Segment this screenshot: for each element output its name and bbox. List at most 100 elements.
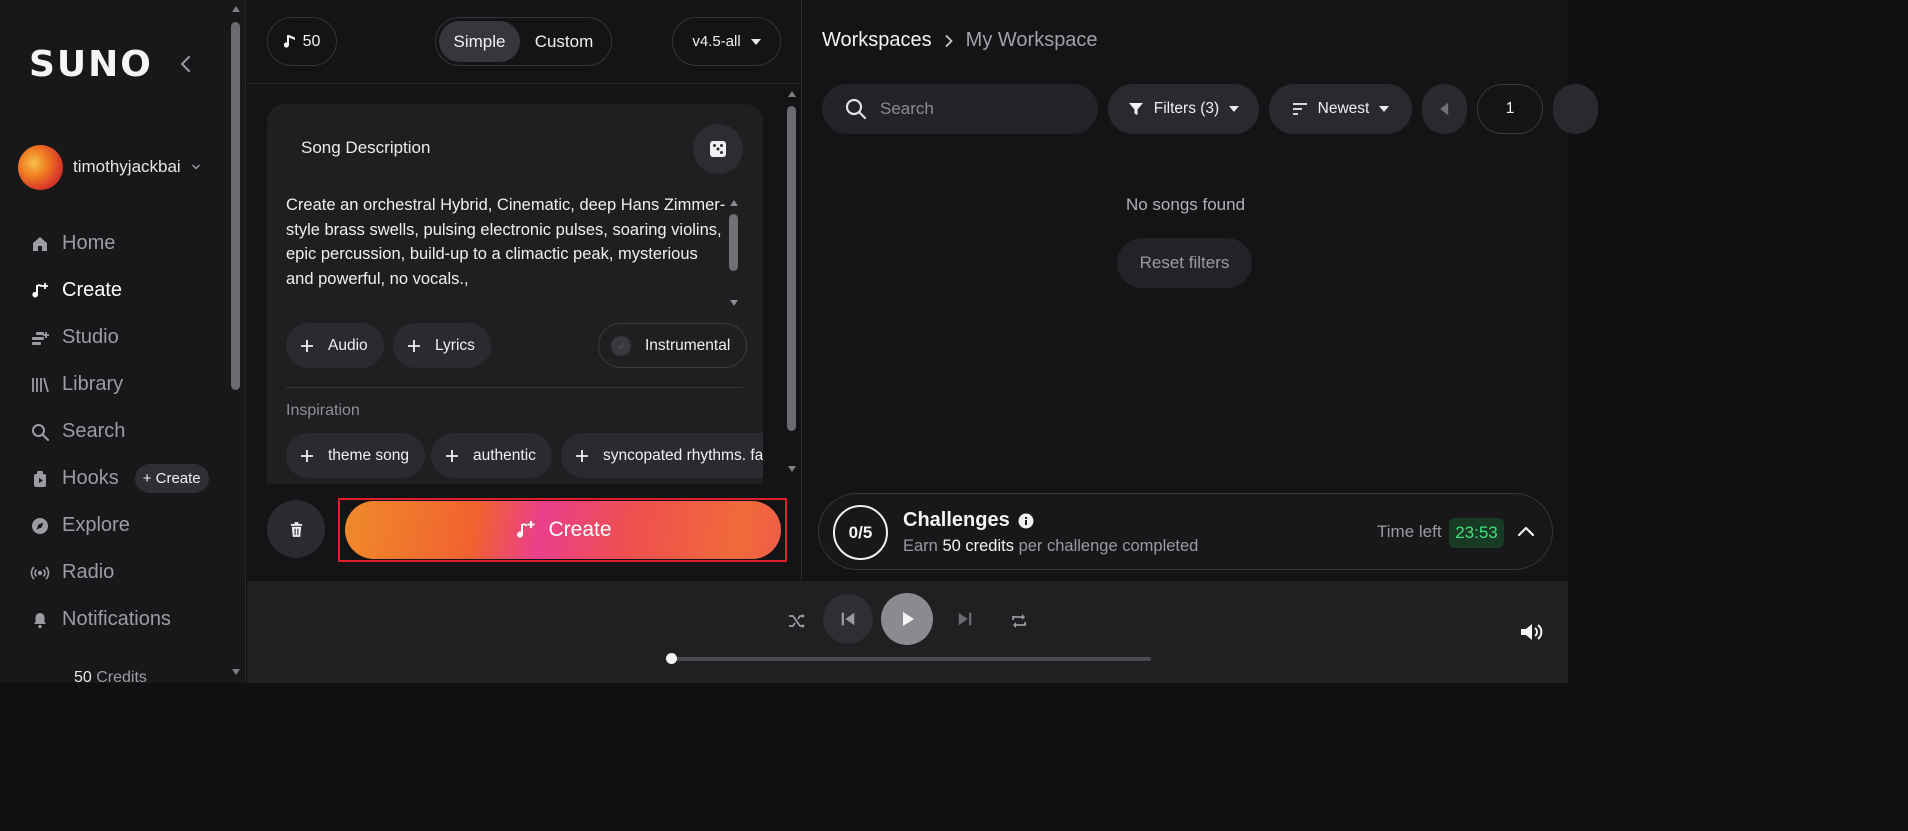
caret-left-icon	[1439, 102, 1448, 116]
info-icon[interactable]	[1018, 513, 1034, 529]
sort-button[interactable]: Newest	[1269, 84, 1412, 134]
mode-toggle: Simple Custom	[435, 17, 612, 66]
playback-scrubber[interactable]	[666, 653, 677, 664]
description-scroll-down[interactable]	[730, 300, 738, 306]
collapse-sidebar-icon[interactable]	[176, 54, 196, 74]
challenges-subtitle: Earn 50 credits per challenge completed	[903, 537, 1198, 556]
add-audio-button[interactable]: Audio	[286, 323, 384, 368]
caret-down-icon	[1229, 106, 1240, 112]
inspiration-tag[interactable]: theme song	[286, 433, 425, 478]
panel-scroll-down[interactable]	[788, 466, 796, 472]
mode-custom-tab[interactable]: Custom	[520, 21, 608, 62]
sort-icon	[1292, 103, 1307, 115]
model-version-select[interactable]: v4.5-all	[672, 17, 781, 66]
song-description-title: Song Description	[301, 138, 431, 157]
description-scroll-up[interactable]	[730, 200, 738, 206]
instrumental-toggle[interactable]: Instrumental	[598, 323, 748, 368]
shuffle-icon	[789, 614, 805, 628]
repeat-button[interactable]	[1004, 606, 1034, 636]
sidebar-item-label: Explore	[62, 514, 130, 536]
sidebar-scrollbar[interactable]	[231, 22, 240, 390]
music-note-plus-icon	[517, 521, 535, 538]
avatar	[18, 144, 63, 190]
credits-balance: 50 Credits	[74, 669, 147, 683]
sidebar: SUNO timothyjackbai Home Create Studio L…	[0, 0, 246, 683]
sidebar-nav: Home Create Studio Library Search Hooks …	[30, 220, 209, 643]
song-description-input[interactable]: Create an orchestral Hybrid, Cinematic, …	[286, 193, 728, 291]
trash-icon	[290, 521, 302, 537]
sidebar-item-hooks[interactable]: Hooks + Create	[30, 455, 209, 502]
sidebar-item-label: Create	[62, 279, 123, 301]
add-lyrics-button[interactable]: Lyrics	[393, 323, 491, 368]
suno-logo[interactable]: SUNO	[29, 44, 153, 85]
inspiration-tag-label: syncopated rhythms. fals	[603, 446, 763, 464]
shuffle-button[interactable]	[782, 606, 812, 636]
music-note-icon	[283, 34, 295, 48]
page-number-input[interactable]: 1	[1477, 84, 1543, 134]
volume-icon[interactable]	[1519, 621, 1543, 643]
empty-state-message: No songs found	[1125, 195, 1246, 214]
challenges-card: 0/5 Challenges Earn 50 credits per chall…	[818, 493, 1553, 570]
home-icon	[30, 234, 50, 254]
next-page-button[interactable]	[1553, 84, 1598, 134]
sidebar-item-label: Hooks	[62, 467, 119, 489]
sidebar-item-library[interactable]: Library	[30, 361, 209, 408]
inspiration-tag-label: authentic	[473, 446, 536, 464]
breadcrumb-workspaces[interactable]: Workspaces	[822, 29, 932, 52]
caret-down-icon	[1379, 106, 1390, 112]
previous-page-button[interactable]	[1422, 84, 1467, 134]
sidebar-item-label: Library	[62, 373, 124, 395]
description-scrollbar[interactable]	[729, 214, 738, 271]
divider	[286, 387, 743, 388]
chevron-up-icon[interactable]	[1516, 522, 1536, 542]
plus-icon	[301, 339, 313, 352]
chevron-right-icon	[942, 34, 956, 48]
sidebar-item-label: Search	[62, 420, 126, 442]
challenges-title-label: Challenges	[903, 509, 1010, 531]
next-track-button[interactable]	[940, 594, 990, 644]
inspiration-tag[interactable]: authentic	[431, 433, 552, 478]
earn-prefix: Earn	[903, 537, 943, 555]
random-prompt-button[interactable]	[693, 124, 743, 174]
search-input[interactable]	[880, 99, 1080, 119]
audio-label: Audio	[328, 336, 368, 354]
create-button-label: Create	[548, 518, 612, 541]
hooks-create-button[interactable]: + Create	[134, 464, 209, 493]
sort-label: Newest	[1317, 100, 1370, 117]
sidebar-item-explore[interactable]: Explore	[30, 502, 209, 549]
sidebar-scroll-up[interactable]	[232, 6, 240, 12]
chevron-down-icon	[191, 162, 201, 172]
credits-count: 50	[302, 32, 321, 50]
caret-down-icon	[750, 38, 761, 45]
sidebar-item-notifications[interactable]: Notifications	[30, 596, 209, 643]
create-panel: 50 Simple Custom v4.5-all Song Descripti…	[247, 0, 802, 580]
plus-icon	[408, 339, 420, 352]
sidebar-item-home[interactable]: Home	[30, 220, 209, 267]
credits-pill[interactable]: 50	[267, 17, 337, 66]
user-menu[interactable]: timothyjackbai	[18, 144, 201, 190]
panel-scrollbar[interactable]	[787, 106, 796, 431]
earn-suffix: per challenge completed	[1013, 537, 1199, 555]
skip-forward-icon	[958, 612, 972, 626]
sidebar-item-search[interactable]: Search	[30, 408, 209, 455]
bell-icon	[30, 610, 50, 630]
create-button[interactable]: Create	[345, 501, 781, 559]
inspiration-tag[interactable]: syncopated rhythms. fals	[561, 433, 763, 478]
search-icon	[30, 422, 50, 442]
sidebar-scroll-down[interactable]	[232, 669, 240, 675]
playback-progress-bar[interactable]	[671, 657, 1151, 661]
reset-filters-button[interactable]: Reset filters	[1117, 238, 1252, 288]
mode-simple-tab[interactable]: Simple	[439, 21, 520, 62]
play-button[interactable]	[881, 593, 933, 645]
skip-back-icon	[841, 612, 855, 626]
filters-button[interactable]: Filters (3)	[1108, 84, 1259, 134]
sidebar-item-label: Radio	[62, 561, 115, 583]
previous-track-button[interactable]	[823, 594, 873, 644]
song-search	[822, 84, 1098, 134]
clear-form-button[interactable]	[267, 500, 325, 558]
sidebar-item-create[interactable]: Create	[30, 267, 209, 314]
panel-scroll-up[interactable]	[788, 91, 796, 97]
credits-label: Credits	[91, 669, 147, 683]
sidebar-item-studio[interactable]: Studio	[30, 314, 209, 361]
sidebar-item-radio[interactable]: Radio	[30, 549, 209, 596]
